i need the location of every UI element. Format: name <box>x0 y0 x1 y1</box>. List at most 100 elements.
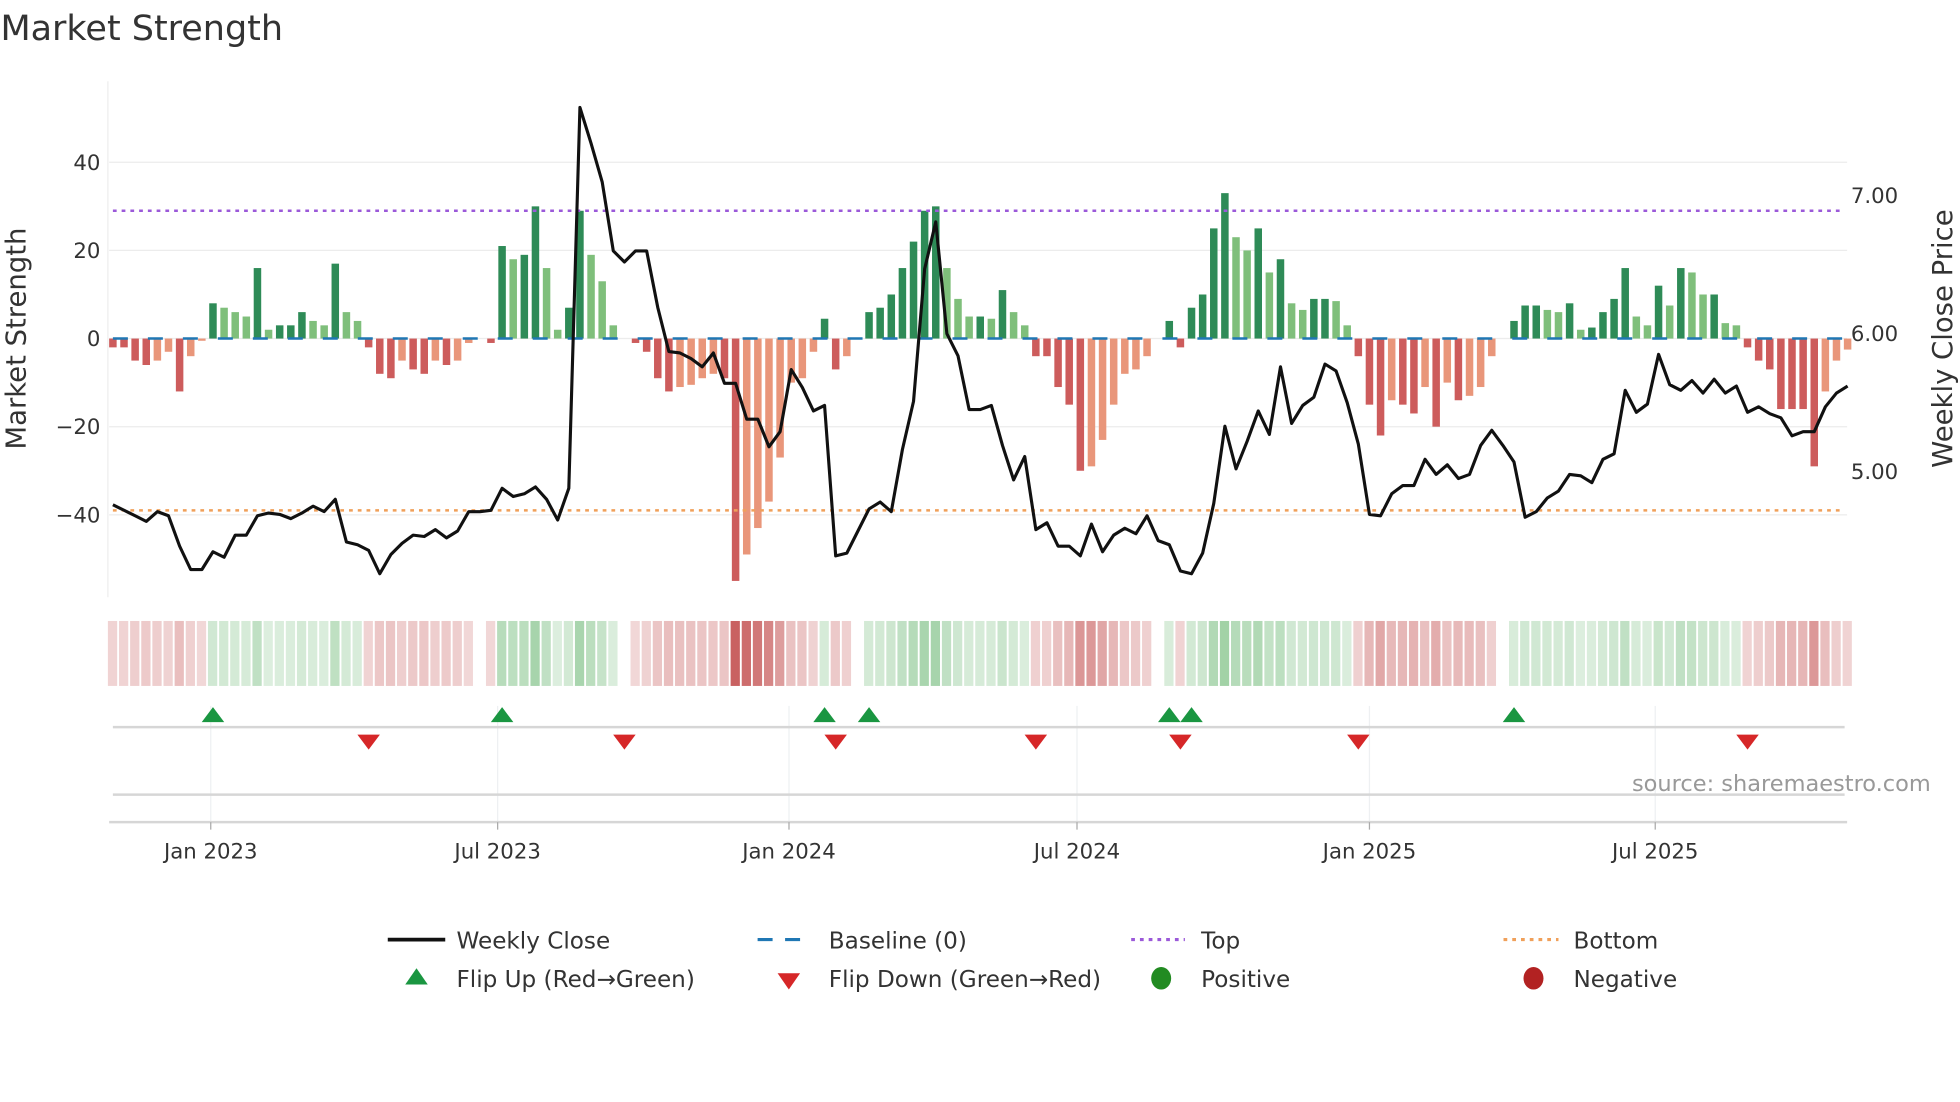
positive-bar <box>598 281 606 339</box>
x-tick-label: Jan 2023 <box>162 839 258 864</box>
negative-bar <box>1788 338 1796 410</box>
negative-bar <box>420 338 429 374</box>
strip-cell <box>675 620 685 686</box>
positive-bar <box>287 325 295 339</box>
negative-bar <box>843 338 851 357</box>
strip-cell <box>441 620 451 686</box>
strip-cell <box>1720 620 1730 686</box>
negative-bar <box>1476 338 1485 388</box>
strip-cell <box>141 620 151 686</box>
positive-bar <box>1665 305 1674 339</box>
strip-cell <box>1097 620 1107 686</box>
positive-bar <box>342 312 351 339</box>
positive-bar <box>1232 237 1240 339</box>
positive-bar <box>1210 228 1218 339</box>
positive-bar <box>1265 272 1274 339</box>
negative-bar <box>131 338 139 361</box>
y2-axis-label: Weekly Close Price <box>1927 209 1959 467</box>
negative-bar <box>1365 338 1374 405</box>
strip-cell <box>1431 620 1441 686</box>
strip-cell <box>775 620 785 686</box>
positive-bar <box>242 316 251 339</box>
negative-bar <box>142 338 151 365</box>
strip-cell <box>1787 620 1797 686</box>
strip-cell <box>1453 620 1463 686</box>
negative-bar <box>1098 338 1107 440</box>
positive-bar <box>1588 327 1596 339</box>
legend-flip-up: Flip Up (Red→Green) <box>456 967 694 993</box>
strip-cell <box>308 620 318 686</box>
positive-bar <box>1621 268 1629 339</box>
flip-up-marker <box>857 707 881 723</box>
positive-bar <box>909 241 918 339</box>
strip-cell <box>241 620 251 686</box>
strip-cell <box>174 620 184 686</box>
negative-bar <box>1121 338 1129 374</box>
strip-cell <box>930 620 941 686</box>
strip-cell <box>1475 620 1485 686</box>
positive-bar <box>565 307 573 339</box>
positive-bar <box>1643 325 1652 339</box>
x-tick-label: Jul 2023 <box>452 839 540 864</box>
positive-bar <box>876 307 884 339</box>
positive-bar <box>253 268 262 339</box>
strip-cell <box>1319 620 1330 686</box>
x-tick-label: Jul 2024 <box>1032 839 1120 864</box>
negative-bar <box>642 338 651 352</box>
strip-cell <box>1709 620 1719 686</box>
positive-bar <box>887 294 896 339</box>
positive-bar <box>331 263 340 339</box>
flip-down-marker <box>1347 734 1370 750</box>
strip-cell <box>841 620 852 686</box>
negative-bar <box>1754 338 1763 361</box>
strip-cell <box>130 620 140 686</box>
positive-bar <box>298 312 306 339</box>
flip-down-marker <box>613 734 636 750</box>
positive-bar <box>1521 305 1529 339</box>
strip-cell <box>552 620 562 686</box>
negative-bar <box>164 338 173 352</box>
strip-cell <box>1075 620 1085 686</box>
strip-cell <box>1742 620 1752 686</box>
strip-cell <box>1575 620 1585 686</box>
strip-cell <box>864 620 874 686</box>
negative-bar <box>1743 338 1752 348</box>
negative-bar <box>120 338 128 348</box>
strip-cell <box>1798 620 1808 686</box>
negative-bar <box>1399 338 1407 405</box>
negative-bar <box>1465 338 1474 396</box>
negative-bar <box>1132 338 1140 370</box>
negative-bar <box>1443 338 1452 383</box>
positive-bar <box>898 268 907 339</box>
strip-cell <box>1364 620 1374 686</box>
positive-bar <box>1565 303 1574 339</box>
negative-bar <box>1766 338 1774 370</box>
strip-cell <box>563 620 574 686</box>
strip-cell <box>574 620 585 686</box>
positive-bar <box>987 318 996 339</box>
negative-bar <box>409 338 417 370</box>
negative-bar <box>1087 338 1096 467</box>
negative-bar <box>1421 338 1429 388</box>
negative-bar <box>1432 338 1440 427</box>
flip-up-marker <box>813 707 836 723</box>
strip-cell <box>1597 620 1608 686</box>
strip-cell <box>1408 620 1419 686</box>
strip-cell <box>1175 620 1185 686</box>
strip-cell <box>508 620 518 686</box>
strip-cell <box>897 620 907 686</box>
positive-bar <box>1543 309 1552 339</box>
strip-cell <box>385 620 396 686</box>
positive-bar <box>542 268 551 339</box>
positive-bar <box>1732 325 1741 339</box>
strip-cell <box>207 620 218 686</box>
positive-bar <box>531 206 540 339</box>
strip-cell <box>330 620 340 686</box>
positive-bar <box>1654 285 1663 339</box>
strip-cell <box>1764 620 1775 686</box>
negative-bar <box>1076 338 1085 471</box>
positive-bar <box>309 320 317 339</box>
positive-bar <box>320 325 328 339</box>
strip-cell <box>1208 620 1219 686</box>
strip-cell <box>397 620 407 686</box>
